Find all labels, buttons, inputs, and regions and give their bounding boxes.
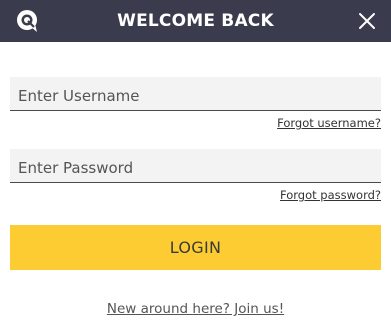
join-link[interactable]: New around here? Join us! <box>107 301 284 317</box>
forgot-password-link[interactable]: Forgot password? <box>280 188 381 202</box>
join-footer: New around here? Join us! <box>0 301 391 317</box>
password-input[interactable] <box>10 149 381 183</box>
modal-title: WELCOME BACK <box>117 11 274 31</box>
close-icon[interactable] <box>357 11 377 31</box>
login-button[interactable]: LOGIN <box>10 225 381 270</box>
forgot-username-link[interactable]: Forgot username? <box>277 116 381 130</box>
username-input[interactable] <box>10 77 381 111</box>
modal-header: WELCOME BACK <box>0 0 391 42</box>
